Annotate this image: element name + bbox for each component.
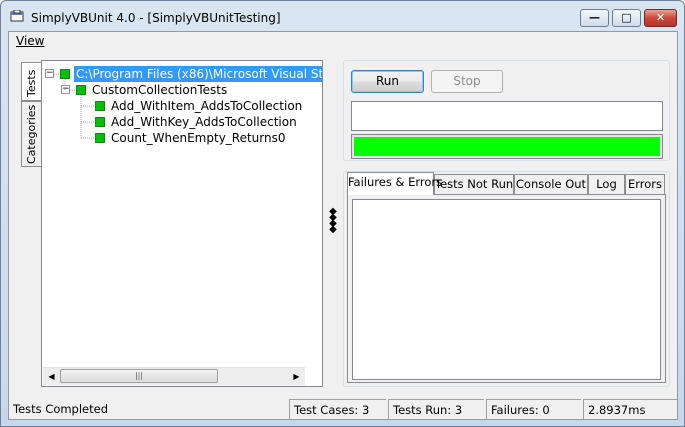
results-panel: Failures & Errors Tests Not Run Console …	[343, 171, 670, 387]
test-cases-count: Test Cases: 3	[289, 399, 386, 419]
menu-bar: View	[9, 32, 677, 50]
tab-errors[interactable]: Errors	[625, 174, 665, 194]
run-button[interactable]: Run	[351, 70, 424, 93]
title-bar[interactable]: SimplyVBUnit 4.0 - [SimplyVBUnitTesting]…	[1, 1, 684, 31]
window-title: SimplyVBUnit 4.0 - [SimplyVBUnitTesting]	[31, 11, 281, 25]
client-area: View Tests Categories − C:\Program Files…	[8, 31, 678, 420]
app-icon	[10, 10, 24, 22]
tab-failures-errors[interactable]: Failures & Errors	[347, 172, 442, 195]
minimize-button[interactable]: —	[580, 9, 609, 27]
close-button[interactable]: ✕	[644, 9, 677, 27]
app-window: SimplyVBUnit 4.0 - [SimplyVBUnitTesting]…	[0, 0, 685, 427]
failures-list[interactable]	[352, 199, 661, 380]
tests-run-count: Tests Run: 3	[388, 399, 484, 419]
tab-categories-label: Categories	[25, 104, 38, 164]
elapsed-time: 2.8937ms	[583, 399, 677, 419]
tab-log[interactable]: Log	[588, 174, 625, 194]
progress-bar	[351, 134, 663, 159]
maximize-button[interactable]: □	[612, 9, 641, 27]
tab-content	[347, 194, 666, 383]
tab-tests-not-run[interactable]: Tests Not Run	[434, 174, 514, 194]
tree-lines	[54, 73, 94, 139]
tab-categories[interactable]: Categories	[21, 101, 41, 167]
status-message-box	[351, 101, 663, 131]
run-panel: Run Stop	[343, 60, 670, 161]
scroll-left-icon[interactable]: ◀	[43, 368, 60, 385]
minimize-icon: —	[589, 11, 600, 24]
close-icon: ✕	[655, 11, 666, 24]
maximize-icon: □	[621, 11, 632, 24]
stop-button[interactable]: Stop	[431, 70, 503, 93]
scroll-right-icon[interactable]: ▶	[288, 368, 305, 385]
test-tree[interactable]: − C:\Program Files (x86)\Microsoft Visua…	[41, 60, 323, 387]
failures-count: Failures: 0	[486, 399, 581, 419]
splitter-grip-icon[interactable]: ◆ ◆ ◆ ◆	[328, 207, 338, 235]
progress-fill	[354, 137, 660, 156]
menu-view[interactable]: View	[16, 34, 44, 48]
status-bar: Tests Completed Test Cases: 3 Tests Run:…	[9, 397, 677, 419]
status-text: Tests Completed	[13, 402, 109, 416]
horizontal-scrollbar[interactable]: ◀ ||| ▶	[43, 367, 305, 385]
tab-console-out[interactable]: Console Out	[514, 174, 588, 194]
tab-tests[interactable]: Tests	[21, 62, 41, 101]
scroll-thumb[interactable]: |||	[60, 369, 218, 383]
tab-tests-label: Tests	[25, 69, 38, 97]
